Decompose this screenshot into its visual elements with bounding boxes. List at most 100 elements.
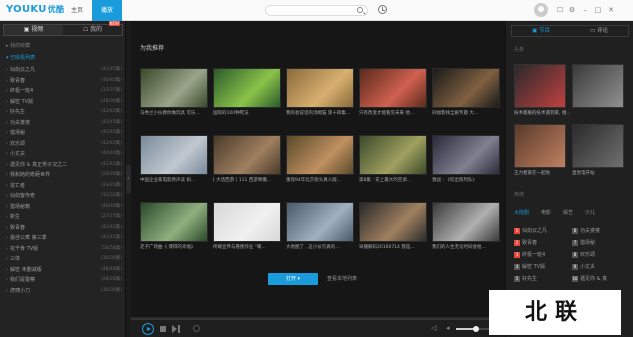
headline-caption[interactable]: 王力者爱在一起啦 xyxy=(514,170,550,176)
video-caption[interactable]: 我们的人生无论时间会给... xyxy=(432,244,500,250)
expand-arrow-icon[interactable]: › xyxy=(6,88,8,94)
expand-arrow-icon[interactable]: › xyxy=(6,130,8,136)
avatar[interactable] xyxy=(534,3,548,17)
video-thumbnail[interactable] xyxy=(359,135,427,175)
open-button[interactable]: 打开 ▾ xyxy=(268,273,318,285)
playlist-item[interactable]: › 欢乐颂 (42/42集) xyxy=(0,139,126,150)
expand-arrow-icon[interactable]: › xyxy=(6,214,8,220)
category-tab[interactable]: 少儿 xyxy=(585,209,595,216)
video-caption[interactable]: 走子广场曲《 博得的幸福》 xyxy=(140,244,208,250)
video-card[interactable]: 重现94年北京街头真人版... xyxy=(286,135,354,183)
headline-caption[interactable]: 直觉电开站 xyxy=(572,170,595,176)
search-icon[interactable] xyxy=(357,7,363,13)
video-card[interactable]: 第8集 : 史上最大的空调... xyxy=(359,135,427,183)
rank-item[interactable]: 7 猎场秘 xyxy=(572,239,595,246)
expand-arrow-icon[interactable]: › xyxy=(6,162,8,168)
expand-arrow-icon[interactable]: › xyxy=(6,183,8,189)
rank-item[interactable]: 6 功夫婆婆 xyxy=(572,227,600,234)
rank-item[interactable]: 8 欢乐颂 xyxy=(572,251,595,258)
skin-icon[interactable]: ☐ xyxy=(556,6,564,14)
video-caption[interactable]: 重现94年北京街头真人版... xyxy=(286,177,354,183)
playlist-item[interactable]: › 遇见你 & 真正男子汉之二 (41/41集) xyxy=(0,160,126,171)
tab-play[interactable]: 播放 xyxy=(92,0,122,21)
tab-programs[interactable]: ▣ 节目 xyxy=(512,26,570,36)
video-caption[interactable]: 第8集 : 史上最大的空调... xyxy=(359,177,427,183)
maximize-icon[interactable]: □ xyxy=(594,6,602,14)
video-caption[interactable]: [ 大话西游 ] 111 西游降魔... xyxy=(213,177,281,183)
play-button[interactable] xyxy=(142,323,154,335)
progress-bar[interactable] xyxy=(131,318,505,320)
playlist-item[interactable]: › 小丈夫 (40/40集) xyxy=(0,149,126,160)
section-favorites[interactable]: ▸ 我的收藏 xyxy=(6,42,30,49)
video-thumbnail[interactable] xyxy=(286,202,354,242)
video-caption[interactable]: 早播解码20160714 我是... xyxy=(359,244,427,250)
volume-slider[interactable] xyxy=(456,326,492,332)
video-card[interactable]: 走子广场曲《 博得的幸福》 xyxy=(140,202,208,250)
video-thumbnail[interactable] xyxy=(359,202,427,242)
expand-arrow-icon[interactable]: › xyxy=(6,141,8,147)
video-thumbnail[interactable] xyxy=(213,68,281,108)
expand-arrow-icon[interactable]: › xyxy=(6,267,8,273)
tab-video[interactable]: ▣ 视频 xyxy=(4,25,63,35)
video-card[interactable]: 激战 : 《综出现列队》 xyxy=(432,135,500,183)
expand-arrow-icon[interactable]: › xyxy=(6,172,8,178)
rank-item[interactable]: 5 好先生 xyxy=(514,275,537,282)
video-thumbnail[interactable] xyxy=(359,68,427,108)
video-thumbnail[interactable] xyxy=(213,202,281,242)
playlist-item[interactable]: › 功夫婆婆 (41/41集) xyxy=(0,118,126,129)
rank-item[interactable]: 9 小丈夫 xyxy=(572,263,595,270)
playlist-item[interactable]: › 致青春 (40/40集) xyxy=(0,76,126,87)
rank-item[interactable]: 10 遇见你 & 真 xyxy=(572,275,607,282)
tab-comments[interactable]: ▭ 评论 xyxy=(570,26,628,36)
history-icon[interactable] xyxy=(378,5,387,14)
volume-icon[interactable]: ◂ xyxy=(446,324,450,332)
settings-icon[interactable]: ⚙ xyxy=(568,6,576,14)
video-card[interactable]: 我的会说话的汤姆猫 第十四集... xyxy=(286,68,354,116)
playlist-item[interactable]: › 新生 (27/27集) xyxy=(0,212,126,223)
playlist-item[interactable]: › 好先生 (42/42集) xyxy=(0,107,126,118)
video-thumbnail[interactable] xyxy=(286,135,354,175)
expand-arrow-icon[interactable]: › xyxy=(6,288,8,294)
youku-logo[interactable]: YOUKU优酷 xyxy=(6,4,64,15)
playlist-item[interactable]: › 致青春 (42/42集) xyxy=(0,223,126,234)
expand-arrow-icon[interactable]: › xyxy=(6,78,8,84)
headline-caption[interactable]: 技术都服的技术遇到家, 相... xyxy=(514,110,571,116)
video-thumbnail[interactable] xyxy=(140,135,208,175)
playlist-item[interactable]: › 仙剑云之凡 (41/45集) xyxy=(0,65,126,76)
headline-thumbnail[interactable] xyxy=(514,64,566,108)
playlist-item[interactable]: › 解密 未删减版 (48/48集) xyxy=(0,265,126,276)
rank-item[interactable]: 1 仙剑云之凡 xyxy=(514,227,547,234)
video-card[interactable]: 终端宣传与看图作业 "暖... xyxy=(213,202,281,250)
expand-arrow-icon[interactable]: › xyxy=(6,235,8,241)
expand-arrow-icon[interactable]: › xyxy=(6,120,8,126)
expand-arrow-icon[interactable]: › xyxy=(6,67,8,73)
category-tab[interactable]: 大陆剧 xyxy=(514,209,529,216)
expand-arrow-icon[interactable]: › xyxy=(6,246,8,252)
rank-item[interactable]: 3 终极一班4 xyxy=(514,251,545,258)
headline-thumbnail[interactable] xyxy=(572,64,624,108)
tab-home[interactable]: 主页 xyxy=(62,0,92,21)
expand-arrow-icon[interactable]: › xyxy=(6,225,8,231)
video-card[interactable]: 早播解码20160714 我是... xyxy=(359,202,427,250)
expand-arrow-icon[interactable]: › xyxy=(6,99,8,105)
video-thumbnail[interactable] xyxy=(140,202,208,242)
video-thumbnail[interactable] xyxy=(213,135,281,175)
video-card[interactable]: 中国企业家电影原声读 如... xyxy=(140,135,208,183)
video-card[interactable]: 大地图了 , 这小伙写真的... xyxy=(286,202,354,250)
video-caption[interactable]: 大地图了 , 这小伙写真的... xyxy=(286,244,354,250)
loop-icon[interactable] xyxy=(193,325,200,332)
playlist-item[interactable]: › 终极一班4 (37/37集) xyxy=(0,86,126,97)
playlist-item[interactable]: › 猎场秘 (45/45集) xyxy=(0,128,126,139)
category-tab[interactable]: 综艺 xyxy=(563,209,573,216)
expand-arrow-icon[interactable]: › xyxy=(6,256,8,262)
video-caption[interactable]: 激战 : 《综出现列队》 xyxy=(432,177,500,183)
video-caption[interactable]: 马秀兰小伙教你做玩具 可乐... xyxy=(140,110,208,116)
playlist-item[interactable]: › 虎啸小刀 (30/30集) xyxy=(0,286,126,297)
playlist-item[interactable]: › 猎场秘籍 (40/40集) xyxy=(0,202,126,213)
video-card[interactable]: 同福客栈全剧专题 大... xyxy=(432,68,500,116)
playlist-item[interactable]: › 我和她的奇葩世界 (20/20集) xyxy=(0,170,126,181)
playlist-item[interactable]: › 三体 (30/30集) xyxy=(0,254,126,265)
playlist-item[interactable]: › 花千骨 TV版 (58/58集) xyxy=(0,244,126,255)
playlist-item[interactable]: › 仙剑客传奇 (32/32集) xyxy=(0,191,126,202)
video-card[interactable]: 马秀兰小伙教你做玩具 可乐... xyxy=(140,68,208,116)
